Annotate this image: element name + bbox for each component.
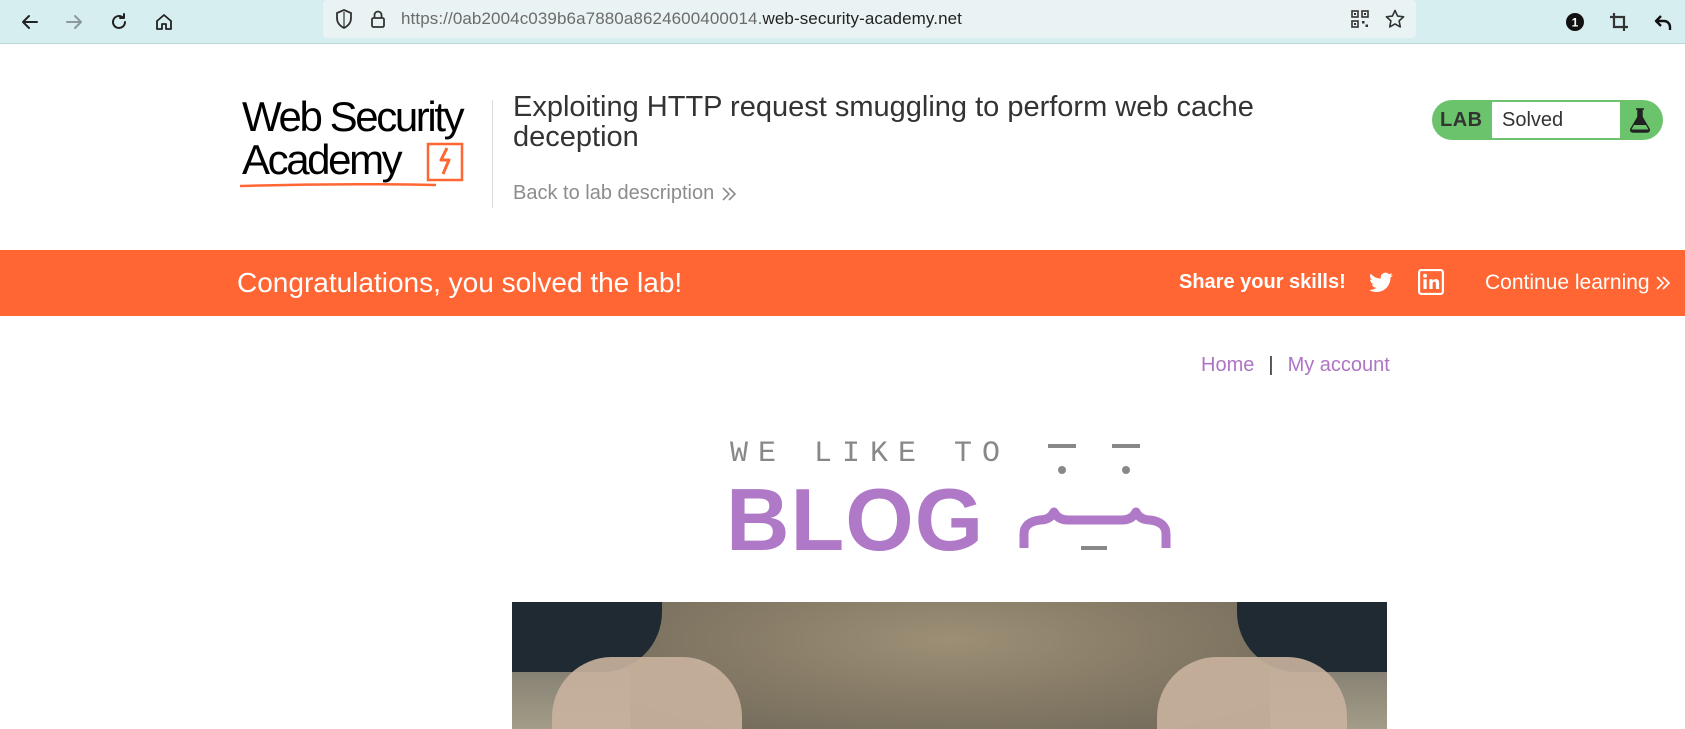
lock-icon[interactable] <box>367 8 389 30</box>
lab-label: LAB <box>1440 109 1483 131</box>
share-label: Share your skills! <box>1179 271 1346 293</box>
blog-navigation: Home | My account <box>1201 354 1390 377</box>
logo-lightning-icon <box>426 142 464 182</box>
home-icon <box>156 14 172 30</box>
home-button[interactable] <box>148 6 180 38</box>
lab-title: Exploiting HTTP request smuggling to per… <box>513 91 1254 153</box>
shield-icon[interactable] <box>333 8 355 30</box>
my-account-link[interactable]: My account <box>1288 354 1390 377</box>
twitter-icon[interactable] <box>1368 270 1394 296</box>
logo-line-2: Academy <box>242 136 403 183</box>
blog-tagline: WE LIKE TO <box>730 437 1011 471</box>
blog-logo-word: BLOG <box>726 470 985 569</box>
lab-status: Solved <box>1492 102 1620 138</box>
url-bar[interactable]: https://0ab2004c039b6a7880a8624600400014… <box>323 0 1416 38</box>
flask-icon <box>1629 108 1651 133</box>
back-link-label: Back to lab description <box>513 182 715 204</box>
crop-icon <box>1610 13 1628 31</box>
reload-button[interactable] <box>103 6 135 38</box>
blog-face-logo-icon <box>1019 444 1171 550</box>
url-prefix: https://0ab2004c039b6a7880a8624600400014… <box>401 9 763 28</box>
notification-badge-icon: 1 <box>1566 13 1584 31</box>
extension-button[interactable]: 1 <box>1559 6 1591 38</box>
url-text[interactable]: https://0ab2004c039b6a7880a8624600400014… <box>401 9 962 29</box>
forward-arrow-icon <box>66 15 82 29</box>
continue-learning-label: Continue learning <box>1485 271 1650 294</box>
hero-hand-right <box>1157 657 1347 729</box>
back-button[interactable] <box>14 6 46 38</box>
web-security-academy-logo[interactable]: Web Security Academy <box>238 95 490 191</box>
double-chevron-icon <box>1656 276 1670 290</box>
linkedin-icon[interactable] <box>1418 269 1444 295</box>
undo-button[interactable] <box>1647 6 1679 38</box>
back-arrow-icon <box>22 15 38 29</box>
svg-text:1: 1 <box>1572 16 1579 30</box>
double-chevron-icon <box>722 186 737 201</box>
qr-code-icon[interactable] <box>1349 8 1371 30</box>
nav-separator: | <box>1268 354 1274 376</box>
url-domain: web-security-academy.net <box>762 9 963 28</box>
header-divider <box>492 100 493 208</box>
forward-button[interactable] <box>58 6 90 38</box>
crop-button[interactable] <box>1603 6 1635 38</box>
hero-hand-left <box>552 657 742 729</box>
reload-icon <box>112 13 126 29</box>
blog-hero-image <box>512 602 1387 729</box>
star-icon[interactable] <box>1384 8 1406 30</box>
banner-message: Congratulations, you solved the lab! <box>237 267 683 298</box>
back-to-lab-description-link[interactable]: Back to lab description <box>513 182 738 205</box>
logo-underline <box>239 182 437 188</box>
browser-toolbar: https://0ab2004c039b6a7880a8624600400014… <box>0 0 1685 44</box>
logo-line-1: Web Security <box>242 93 465 140</box>
home-link[interactable]: Home <box>1201 354 1254 377</box>
continue-learning-link[interactable]: Continue learning <box>1485 271 1672 295</box>
lab-status-badge: LAB Solved <box>1432 100 1663 140</box>
undo-icon <box>1654 15 1672 30</box>
